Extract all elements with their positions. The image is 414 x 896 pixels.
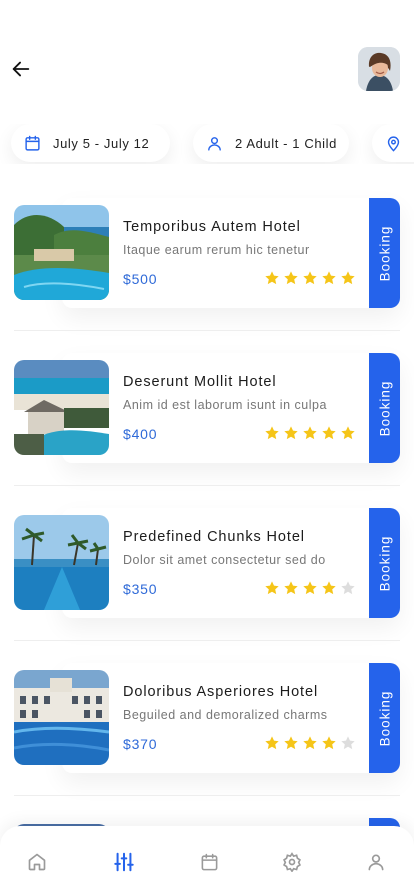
star-filled-icon <box>284 736 298 750</box>
gear-icon <box>283 852 301 872</box>
booking-button[interactable]: Booking <box>369 508 400 618</box>
header <box>0 0 414 110</box>
booking-button[interactable]: Booking <box>369 663 400 773</box>
hotel-description: Beguiled and demoralized charms <box>123 708 328 722</box>
date-range-chip[interactable]: July 5 - July 12 <box>11 124 170 162</box>
tab-settings[interactable] <box>280 850 304 874</box>
star-empty-icon <box>341 581 355 595</box>
booking-label: Booking <box>377 380 393 436</box>
divider <box>14 485 400 486</box>
user-avatar[interactable] <box>358 47 400 91</box>
hotel-image[interactable] <box>14 205 109 300</box>
hotel-description: Dolor sit amet consectetur sed do <box>123 553 326 567</box>
star-empty-icon <box>341 736 355 750</box>
star-filled-icon <box>322 736 336 750</box>
hotel-image[interactable] <box>14 360 109 455</box>
hotel-image[interactable] <box>14 670 109 765</box>
tab-profile[interactable] <box>364 850 388 874</box>
booking-label: Booking <box>377 690 393 746</box>
booking-label: Booking <box>377 535 393 591</box>
hotel-description: Itaque earum rerum hic tenetur <box>123 243 310 257</box>
star-filled-icon <box>265 271 279 285</box>
filter-bar: July 5 - July 12 2 Adult - 1 Child M <box>0 124 414 164</box>
arrow-left-icon <box>12 61 30 77</box>
hotel-name: Temporibus Autem Hotel <box>123 219 301 235</box>
booking-button[interactable]: Booking <box>369 353 400 463</box>
tab-home[interactable] <box>25 850 49 874</box>
profile-icon <box>368 854 384 871</box>
hotel-price: $350 <box>123 581 158 597</box>
hotel-image[interactable] <box>14 515 109 610</box>
calendar-icon <box>23 134 41 152</box>
hotel-card[interactable]: Deserunt Mollit Hotel Anim id est laboru… <box>0 350 414 464</box>
location-pin-icon <box>384 134 402 152</box>
star-rating <box>264 270 356 286</box>
tab-calendar[interactable] <box>197 850 221 874</box>
hotel-card[interactable]: Doloribus Asperiores Hotel Beguiled and … <box>0 660 414 774</box>
calendar-icon <box>201 853 217 870</box>
back-button[interactable] <box>9 57 33 81</box>
hotel-price: $370 <box>123 736 158 752</box>
divider <box>14 795 400 796</box>
hotel-price: $500 <box>123 271 158 287</box>
person-icon <box>205 134 223 152</box>
divider <box>14 330 400 331</box>
tab-filters[interactable] <box>112 850 136 874</box>
star-filled-icon <box>265 736 279 750</box>
star-filled-icon <box>322 426 336 440</box>
hotel-card[interactable]: Predefined Chunks Hotel Dolor sit amet c… <box>0 505 414 619</box>
hotel-name: Deserunt Mollit Hotel <box>123 374 277 390</box>
hotel-name: Predefined Chunks Hotel <box>123 529 305 545</box>
home-icon <box>28 853 46 871</box>
star-filled-icon <box>284 271 298 285</box>
star-filled-icon <box>303 271 317 285</box>
star-filled-icon <box>322 581 336 595</box>
hotel-card[interactable]: Temporibus Autem Hotel Itaque earum reru… <box>0 195 414 309</box>
star-filled-icon <box>341 426 355 440</box>
star-filled-icon <box>303 581 317 595</box>
guests-label: 2 Adult - 1 Child <box>235 135 337 151</box>
star-rating <box>264 735 356 751</box>
bottom-tab-bar <box>0 826 414 896</box>
date-range-label: July 5 - July 12 <box>53 135 150 151</box>
star-filled-icon <box>303 426 317 440</box>
hotel-name: Doloribus Asperiores Hotel <box>123 684 319 700</box>
location-chip[interactable]: M <box>372 124 414 162</box>
divider <box>14 640 400 641</box>
hotel-description: Anim id est laborum isunt in culpa <box>123 398 327 412</box>
star-filled-icon <box>265 426 279 440</box>
booking-button[interactable]: Booking <box>369 198 400 308</box>
star-filled-icon <box>303 736 317 750</box>
star-filled-icon <box>284 426 298 440</box>
star-filled-icon <box>284 581 298 595</box>
booking-label: Booking <box>377 225 393 281</box>
sliders-icon <box>114 852 134 872</box>
hotel-price: $400 <box>123 426 158 442</box>
star-rating <box>264 580 356 596</box>
star-filled-icon <box>322 271 336 285</box>
guests-chip[interactable]: 2 Adult - 1 Child <box>193 124 349 162</box>
star-filled-icon <box>265 581 279 595</box>
star-filled-icon <box>341 271 355 285</box>
star-rating <box>264 425 356 441</box>
